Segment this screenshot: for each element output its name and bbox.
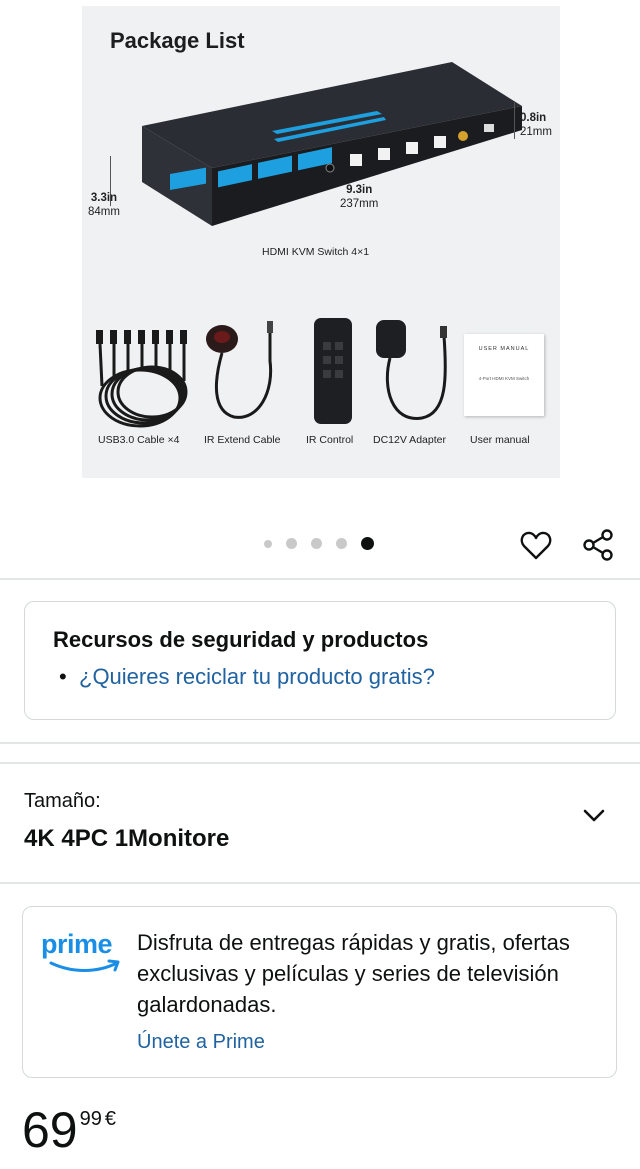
manual-heading: USER MANUAL (478, 346, 530, 352)
accessory-label-ir-cable: IR Extend Cable (204, 434, 281, 446)
section-divider (0, 742, 640, 764)
share-icon[interactable] (580, 527, 616, 563)
heart-icon[interactable] (518, 527, 554, 563)
recycle-link[interactable]: ¿Quieres reciclar tu producto gratis? (79, 664, 435, 690)
user-manual-illustration: USER MANUAL 4-Port HDMI KVM Switch (464, 334, 544, 416)
product-image[interactable]: Package List 0.8in 21mm 3.3in 84mm 9.3in 23… (82, 6, 560, 478)
usb-cables-illustration (96, 330, 188, 428)
device-caption: HDMI KVM Switch 4×1 (262, 246, 370, 258)
size-selector[interactable] (0, 766, 640, 882)
join-prime-link[interactable]: Únete a Prime (137, 1031, 265, 1054)
accessory-label-adapter: DC12V Adapter (373, 434, 446, 446)
accessory-label-manual: User manual (470, 434, 530, 446)
size-label: Tamaño: (24, 790, 101, 812)
price-whole: 69 (22, 1102, 78, 1158)
width-dimension: 9.3in 237mm (340, 184, 379, 210)
chevron-down-icon[interactable] (580, 802, 608, 830)
divider (0, 578, 640, 580)
carousel-dot[interactable] (286, 538, 297, 549)
ir-remote-illustration (314, 318, 352, 424)
kvm-switch-illustration (142, 62, 522, 226)
carousel-dot[interactable] (336, 538, 347, 549)
divider (0, 882, 640, 884)
size-value: 4K 4PC 1Monitore (24, 825, 230, 852)
accessory-label-usb: USB3.0 Cable ×4 (98, 434, 180, 446)
accessory-label-ir-control: IR Control (306, 434, 354, 446)
depth-dimension: 3.3in 84mm (88, 192, 120, 218)
carousel-dot[interactable] (264, 539, 272, 548)
power-adapter-illustration (376, 320, 447, 420)
safety-resources-card: Recursos de seguridad y productos • ¿Qui… (24, 601, 616, 720)
prime-description: Disfruta de entregas rápidas y gratis, o… (137, 930, 570, 1017)
height-dimension: 0.8in 21mm (520, 112, 552, 138)
price: 69 99 € (22, 1100, 116, 1160)
price-fraction: 99 (79, 1108, 102, 1130)
manual-subtitle: 4-Port HDMI KVM Switch (478, 376, 530, 381)
carousel-dots[interactable] (264, 537, 388, 550)
price-currency: € (104, 1108, 116, 1130)
prime-logo-text: prime (41, 929, 113, 959)
carousel-dot-active[interactable] (361, 537, 374, 550)
prime-card: prime Disfruta de entregas rápidas y gra… (22, 906, 617, 1078)
carousel-dot[interactable] (311, 538, 322, 549)
height-dim-line (514, 101, 515, 139)
package-list-title: Package List (110, 28, 245, 53)
prime-logo: prime (41, 929, 125, 979)
bullet: • (59, 664, 67, 689)
safety-title: Recursos de seguridad y productos (53, 627, 429, 652)
ir-extend-cable-illustration (206, 321, 273, 419)
